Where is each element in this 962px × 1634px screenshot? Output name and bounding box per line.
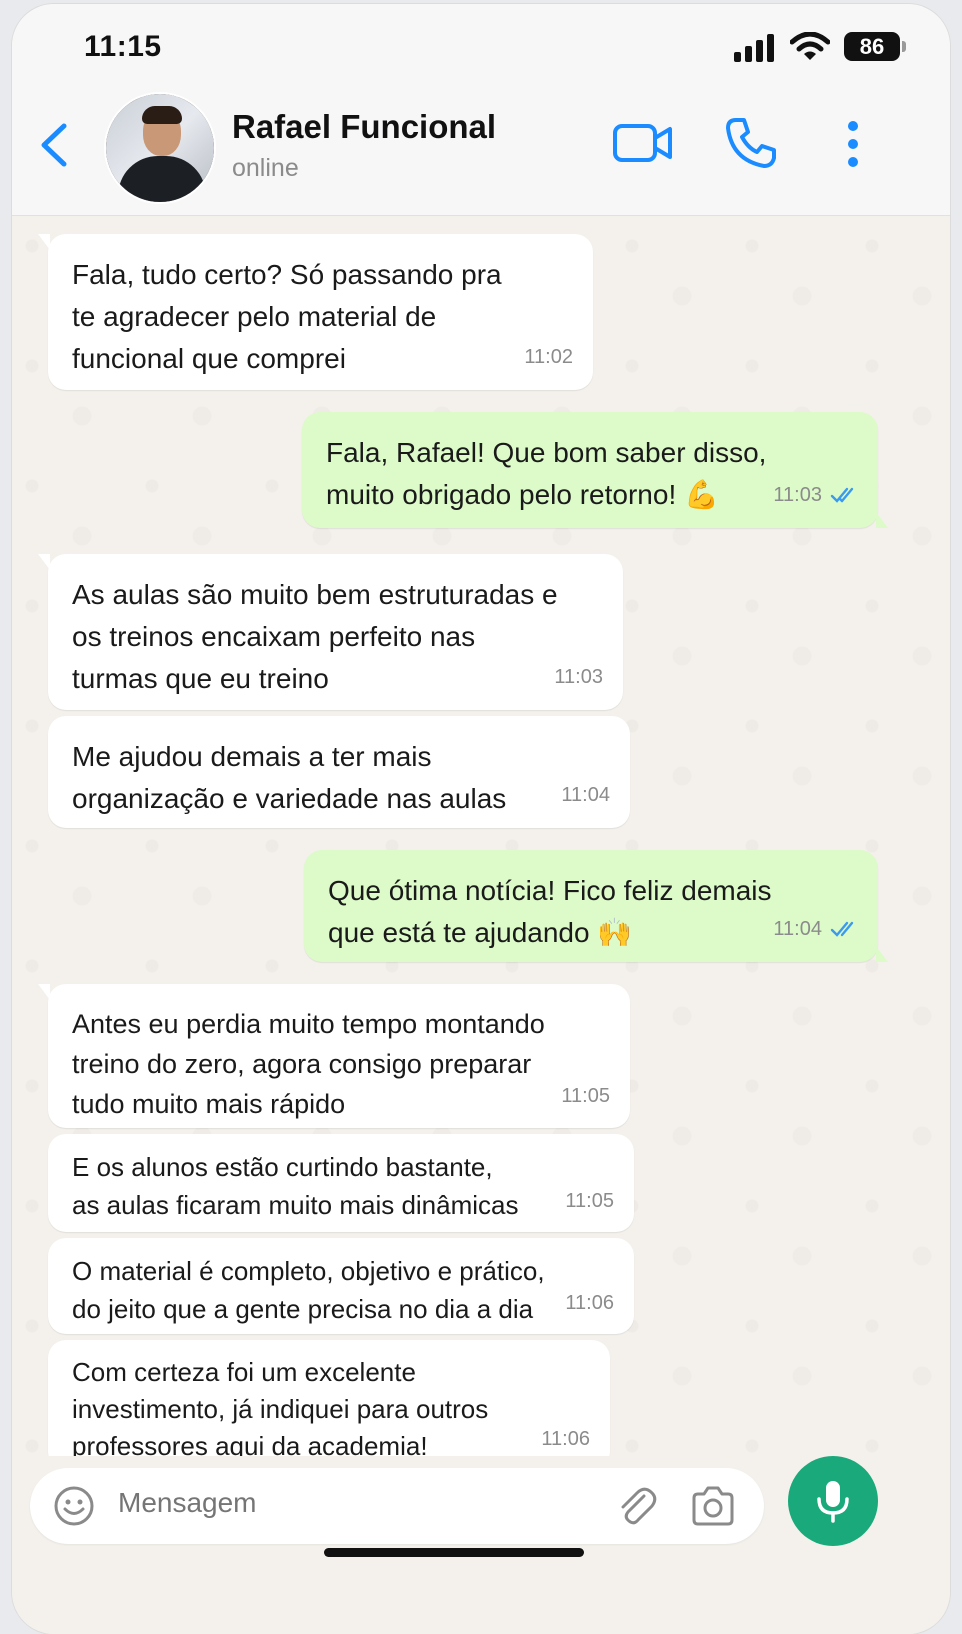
contact-status: online (232, 154, 299, 182)
message-text: Antes eu perdia muito tempo montando tre… (72, 1009, 545, 1119)
microphone-button[interactable] (788, 1456, 878, 1546)
back-chevron-icon[interactable] (34, 120, 74, 170)
contact-name[interactable]: Rafael Funcional (232, 108, 496, 146)
message-text: O material é completo, objetivo e prátic… (72, 1256, 545, 1324)
message-text: As aulas são muito bem estruturadas e os… (72, 579, 558, 694)
message-time: 11:06 (565, 1292, 614, 1314)
wifi-icon (790, 32, 830, 60)
message-input-pill[interactable] (30, 1468, 764, 1544)
incoming-message[interactable]: As aulas são muito bem estruturadas e os… (38, 554, 623, 710)
cellular-signal-icon (734, 34, 774, 62)
message-text: Me ajudou demais a ter mais organização … (72, 741, 507, 814)
incoming-message[interactable]: Antes eu perdia muito tempo montando tre… (38, 984, 630, 1128)
message-time: 11:05 (561, 1085, 610, 1107)
incoming-message[interactable]: Me ajudou demais a ter mais organização … (48, 716, 630, 828)
message-time: 11:04 (561, 784, 610, 806)
video-call-icon[interactable] (612, 120, 674, 166)
message-time: 11:03 (773, 484, 822, 506)
incoming-message[interactable]: Fala, tudo certo? Só passando pra te agr… (38, 234, 593, 390)
phone-screen: 11:15 86 Rafael Funcional online Fala, t… (12, 4, 950, 1634)
status-bar: 11:15 86 (12, 4, 950, 92)
message-text: E os alunos estão curtindo bastante, as … (72, 1152, 519, 1220)
outgoing-message[interactable]: Fala, Rafael! Que bom saber disso, muito… (302, 412, 888, 528)
composer-bar (12, 1456, 950, 1634)
outgoing-message[interactable]: Que ótima notícia! Fico feliz demais que… (304, 850, 888, 962)
message-time: 11:05 (565, 1190, 614, 1212)
contact-avatar[interactable] (104, 92, 216, 204)
battery-indicator: 86 (844, 32, 906, 61)
message-text: Com certeza foi um excelente investiment… (72, 1357, 489, 1461)
message-time: 11:02 (524, 346, 573, 368)
camera-icon[interactable] (690, 1484, 736, 1528)
read-receipt-icon (830, 487, 854, 503)
read-receipt-icon (830, 921, 854, 937)
message-list[interactable]: Fala, tudo certo? Só passando pra te agr… (12, 216, 950, 1476)
emoji-icon[interactable] (52, 1484, 96, 1528)
paperclip-icon[interactable] (614, 1484, 658, 1528)
message-time: 11:03 (554, 666, 603, 688)
incoming-message[interactable]: O material é completo, objetivo e prátic… (48, 1238, 634, 1334)
home-indicator[interactable] (324, 1548, 584, 1557)
message-input[interactable] (118, 1487, 578, 1519)
chat-header: Rafael Funcional online (12, 92, 950, 216)
message-time: 11:06 (541, 1428, 590, 1450)
message-text: Fala, tudo certo? Só passando pra te agr… (72, 259, 502, 374)
incoming-message[interactable]: E os alunos estão curtindo bastante, as … (48, 1134, 634, 1232)
incoming-message[interactable]: Com certeza foi um excelente investiment… (48, 1340, 610, 1470)
phone-call-icon[interactable] (724, 116, 778, 170)
more-vertical-icon[interactable] (840, 120, 866, 168)
microphone-icon (817, 1481, 849, 1523)
status-time: 11:15 (84, 30, 162, 63)
message-time: 11:04 (773, 918, 822, 940)
